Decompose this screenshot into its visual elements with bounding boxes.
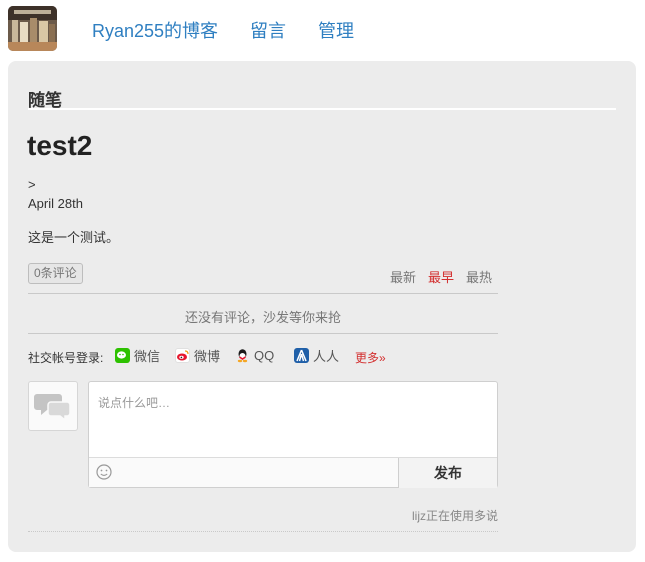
reply-toolbar: 发布 (89, 457, 497, 488)
comment-divider-bottom (28, 333, 498, 334)
social-login-renren[interactable]: 人人 (294, 346, 339, 364)
post-meta-arrow: > (28, 177, 36, 192)
section-divider (28, 108, 616, 110)
reply-box: 发布 (88, 381, 498, 488)
post-title[interactable]: test2 (27, 130, 92, 162)
nav-link-admin[interactable]: 管理 (318, 17, 354, 43)
post-date: April 28th (28, 196, 83, 211)
social-login-renren-label: 人人 (313, 348, 340, 364)
social-login-wechat[interactable]: 微信 (115, 346, 160, 364)
qq-icon (235, 348, 250, 363)
social-login-weibo-label: 微博 (194, 348, 221, 364)
renren-icon (294, 347, 309, 363)
nav-link-guestbook[interactable]: 留言 (250, 17, 286, 43)
sort-tab-hottest[interactable]: 最热 (466, 267, 492, 286)
post-body: 这是一个测试。 (28, 230, 120, 245)
blog-avatar-photo (8, 6, 57, 51)
powered-by-link[interactable]: lijz正在使用多说 (412, 507, 498, 524)
blog-avatar[interactable] (8, 6, 57, 51)
social-login-wechat-label: 微信 (134, 348, 161, 364)
nav-link-blog-home[interactable]: Ryan255的博客 (92, 17, 218, 43)
comment-divider-top (28, 293, 498, 294)
social-login-label: 社交帐号登录: (28, 351, 104, 365)
social-login-qq[interactable]: QQ (235, 346, 274, 364)
guest-avatar (28, 381, 78, 431)
weibo-icon (175, 347, 190, 363)
reply-input[interactable] (89, 382, 497, 457)
social-login-weibo[interactable]: 微博 (175, 346, 220, 364)
wechat-icon (115, 347, 130, 363)
comment-count-badge[interactable]: 0条评论 (28, 263, 83, 284)
footer-divider (28, 531, 498, 532)
empty-comments-message: 还没有评论，沙发等你来抢 (184, 310, 341, 325)
submit-comment-button[interactable]: 发布 (398, 458, 497, 488)
social-login-qq-label: QQ (254, 347, 275, 363)
top-nav: Ryan255的博客 留言 管理 (0, 0, 645, 58)
guest-avatar-icon (34, 394, 71, 422)
post-card: 随笔 test2 > April 28th 这是一个测试。 0条评论 最新 最早… (8, 61, 636, 552)
sort-tab-oldest[interactable]: 最早 (428, 267, 454, 286)
emoji-icon[interactable] (95, 463, 113, 481)
sort-tab-newest[interactable]: 最新 (390, 267, 416, 286)
social-login-more-link[interactable]: 更多» (355, 349, 386, 366)
